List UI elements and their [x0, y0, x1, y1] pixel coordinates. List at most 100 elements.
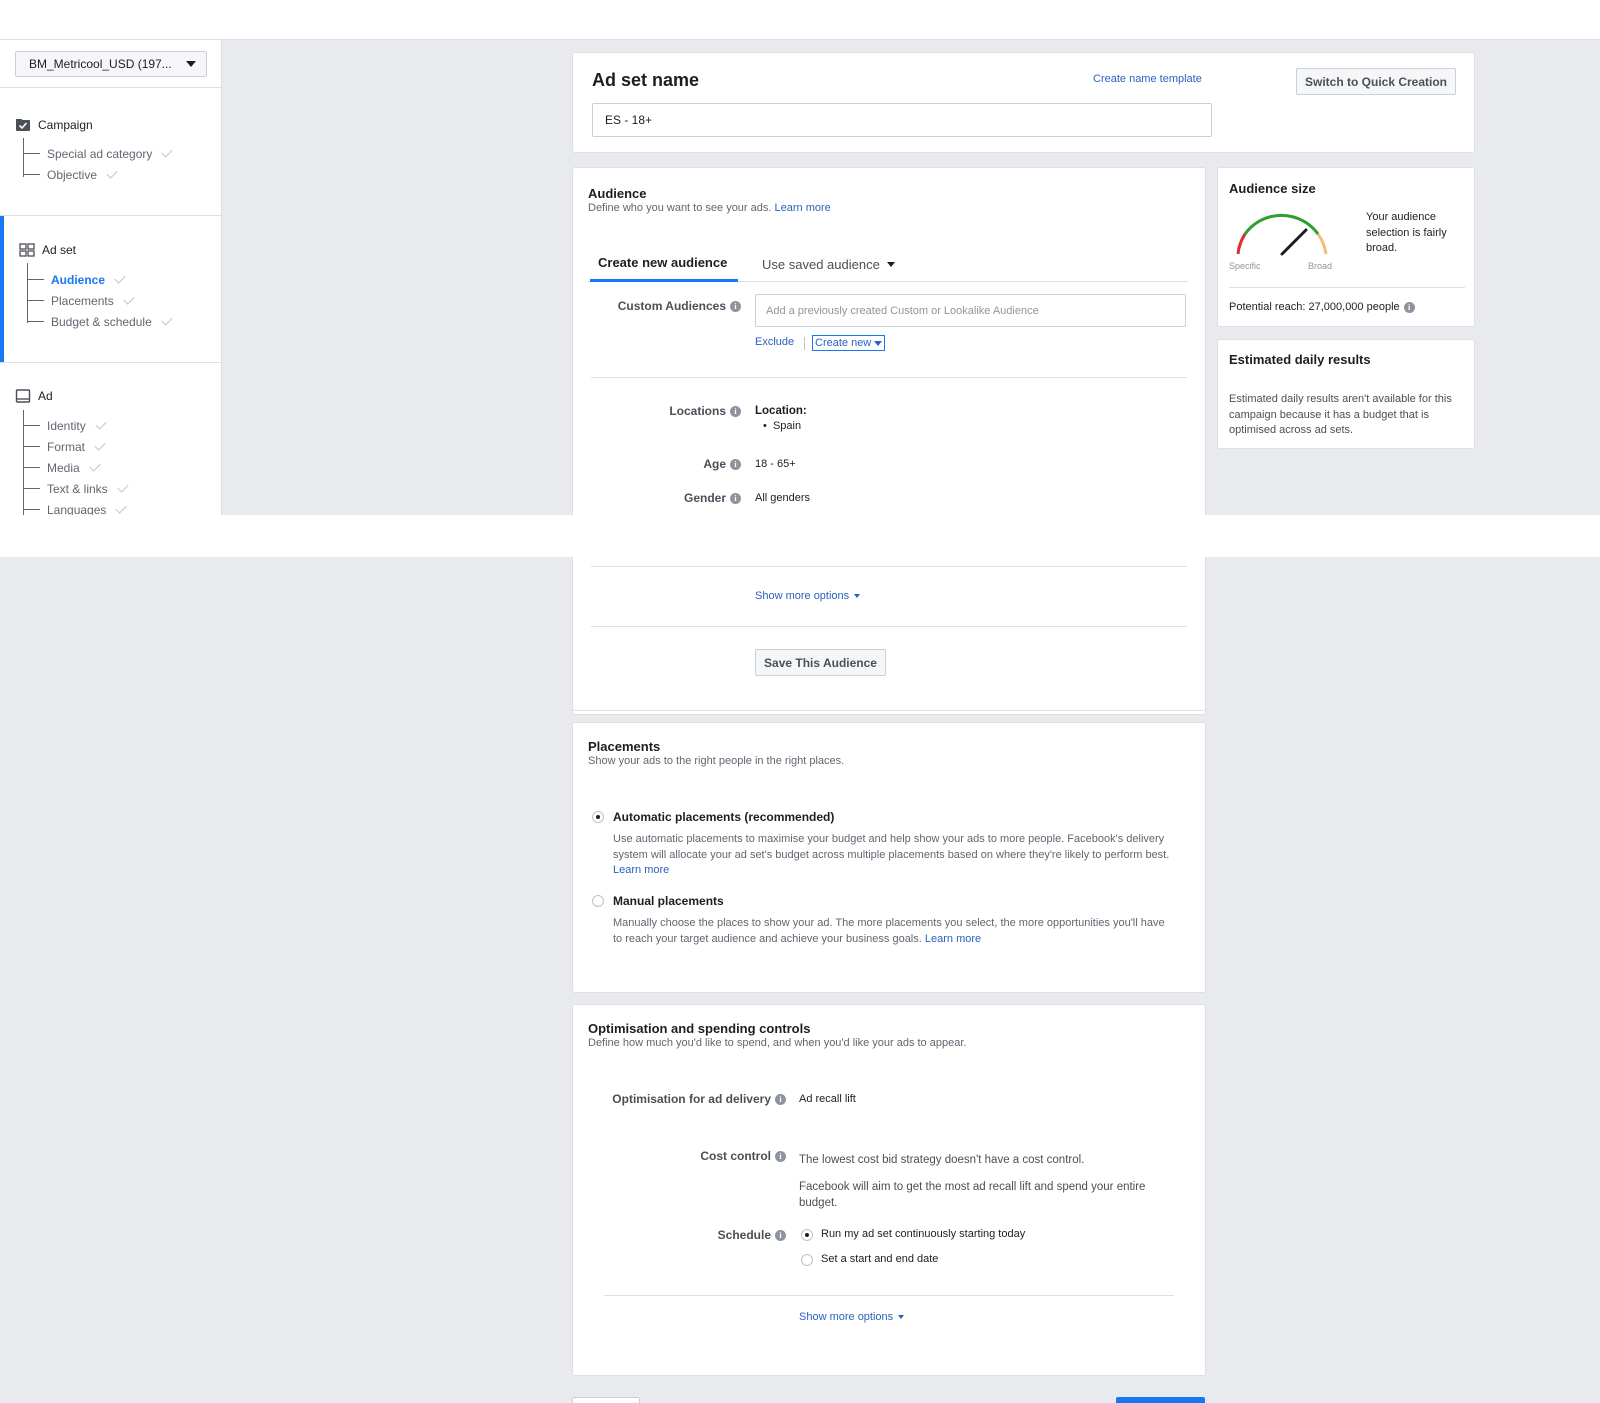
- estimated-title: Estimated daily results: [1229, 352, 1371, 367]
- save-audience-button[interactable]: Save This Audience: [755, 649, 886, 676]
- ad-tree: Identity Format Media Text & links Langu…: [23, 410, 129, 515]
- sidebar-section-ad[interactable]: Ad: [15, 389, 53, 403]
- learn-more-link[interactable]: Learn more: [925, 933, 981, 945]
- divider: [604, 1295, 1174, 1296]
- label-text: Optimisation for ad delivery: [612, 1092, 771, 1106]
- campaign-icon: [15, 118, 31, 132]
- automatic-placements-radio[interactable]: [592, 811, 604, 823]
- info-icon[interactable]: i: [730, 458, 741, 470]
- sidebar-item-label: Budget & schedule: [51, 314, 152, 329]
- tab-label: Create new audience: [598, 255, 728, 270]
- check-icon: [114, 271, 126, 284]
- tab-use-saved-audience[interactable]: Use saved audience: [758, 246, 899, 282]
- check-icon: [106, 166, 118, 179]
- label-text: Age: [703, 457, 726, 471]
- sidebar-item-format[interactable]: Format: [24, 436, 128, 457]
- info-icon[interactable]: i: [775, 1229, 786, 1241]
- sidebar-item-identity[interactable]: Identity: [24, 415, 128, 436]
- custom-audiences-label: Custom Audiences i: [593, 299, 741, 313]
- start-end-date-label: Set a start and end date: [821, 1253, 939, 1265]
- chevron-down-icon: [898, 1315, 905, 1319]
- sidebar-item-special-ad-category[interactable]: Special ad category: [24, 143, 174, 164]
- show-more-label: Show more options: [799, 1311, 894, 1323]
- gender-value: All genders: [755, 492, 811, 504]
- audience-size-description: Your audience selection is fairly broad.: [1366, 211, 1447, 254]
- placements-title: Placements: [588, 739, 661, 754]
- show-more-label: Show more options: [755, 590, 850, 602]
- sidebar-section-label: Campaign: [38, 118, 93, 132]
- info-icon[interactable]: i: [1403, 301, 1415, 313]
- account-selector[interactable]: BM_Metricool_USD (197...: [15, 51, 207, 77]
- gender-label: Gender i: [593, 491, 741, 505]
- adset-name-input[interactable]: [592, 103, 1212, 137]
- create-name-template-link[interactable]: Create name template: [1093, 73, 1202, 85]
- learn-more-link[interactable]: Learn more: [775, 202, 831, 214]
- manual-desc-text: Manually choose the places to show your …: [613, 917, 1165, 945]
- start-end-date-radio[interactable]: [801, 1254, 813, 1266]
- placements-subtitle: Show your ads to the right people in the…: [588, 755, 845, 767]
- sidebar-item-audience[interactable]: Audience: [28, 269, 172, 290]
- exclude-link[interactable]: Exclude: [755, 336, 794, 348]
- check-icon: [123, 292, 135, 305]
- sidebar-item-label: Objective: [47, 167, 98, 182]
- tab-create-new-audience[interactable]: Create new audience: [590, 246, 738, 282]
- create-new-dropdown[interactable]: Create new: [812, 335, 886, 351]
- estimated-text: Estimated daily results aren't available…: [1229, 393, 1452, 436]
- info-icon[interactable]: i: [775, 1093, 786, 1105]
- ad-delivery-value: Ad recall lift: [799, 1093, 856, 1105]
- gauge-specific-label: Specific: [1229, 261, 1261, 271]
- sidebar-item-text-links[interactable]: Text & links: [24, 478, 129, 499]
- info-icon[interactable]: i: [730, 492, 741, 504]
- sidebar-item-media[interactable]: Media: [24, 457, 128, 478]
- sidebar-section-adset[interactable]: Ad set: [19, 243, 76, 257]
- run-continuously-radio[interactable]: [801, 1229, 813, 1241]
- chevron-down-icon: [186, 61, 196, 67]
- custom-audiences-input[interactable]: Add a previously created Custom or Looka…: [755, 294, 1186, 327]
- chevron-down-icon: [886, 261, 895, 267]
- info-icon[interactable]: i: [730, 300, 741, 312]
- show-more-options-link[interactable]: Show more options: [799, 1311, 905, 1323]
- sidebar-item-label: Languages: [47, 502, 107, 516]
- info-icon[interactable]: i: [730, 405, 741, 417]
- sidebar-item-languages[interactable]: Languages: [24, 499, 128, 515]
- location-heading: Location:: [755, 405, 807, 417]
- label-text: Locations: [669, 404, 726, 418]
- check-icon: [161, 145, 174, 158]
- learn-more-link[interactable]: Learn more: [613, 864, 669, 876]
- automatic-placements-label: Automatic placements (recommended): [613, 810, 835, 824]
- top-bar: [0, 0, 1600, 40]
- divider: [591, 377, 1187, 378]
- manual-placements-description: Manually choose the places to show your …: [613, 916, 1173, 947]
- divider: [0, 87, 221, 88]
- switch-quick-creation-button[interactable]: Switch to Quick Creation: [1296, 68, 1456, 95]
- run-continuously-label: Run my ad set continuously starting toda…: [821, 1228, 1026, 1240]
- sidebar-item-placements[interactable]: Placements: [28, 290, 172, 311]
- next-button[interactable]: [1116, 1397, 1205, 1403]
- check-icon: [95, 417, 107, 430]
- audience-subtitle: Define who you want to see your ads. Lea…: [588, 202, 831, 214]
- check-icon: [94, 438, 106, 451]
- account-name: BM_Metricool_USD (197...: [29, 57, 172, 71]
- age-value: 18 - 65+: [755, 458, 796, 470]
- sidebar-item-objective[interactable]: Objective: [24, 164, 172, 185]
- info-icon[interactable]: i: [775, 1150, 786, 1162]
- sidebar-section-campaign[interactable]: Campaign: [15, 118, 93, 132]
- location-list-item: • Spain: [763, 420, 802, 432]
- cost-control-text-2: Facebook will aim to get the most ad rec…: [799, 1181, 1146, 1209]
- create-new-label: Create new: [815, 337, 872, 349]
- sidebar-item-budget-schedule[interactable]: Budget & schedule: [28, 311, 173, 332]
- gauge-broad-label: Broad: [1308, 261, 1333, 271]
- sidebar-navigation: BM_Metricool_USD (197... Campaign Specia…: [0, 40, 222, 515]
- label-text: Schedule: [717, 1228, 771, 1242]
- adset-grid-icon: [19, 243, 35, 257]
- sidebar-section-label: Ad set: [42, 243, 77, 257]
- automatic-placements-description: Use automatic placements to maximise you…: [613, 832, 1173, 879]
- show-more-options-link[interactable]: Show more options: [755, 590, 861, 602]
- divider: [0, 362, 221, 363]
- cost-control-label: Cost control i: [593, 1149, 786, 1163]
- divider: [1229, 287, 1465, 288]
- back-button[interactable]: [572, 1397, 640, 1403]
- manual-placements-radio[interactable]: [592, 895, 604, 907]
- schedule-label: Schedule i: [593, 1228, 786, 1242]
- ad-delivery-label: Optimisation for ad delivery i: [593, 1092, 786, 1106]
